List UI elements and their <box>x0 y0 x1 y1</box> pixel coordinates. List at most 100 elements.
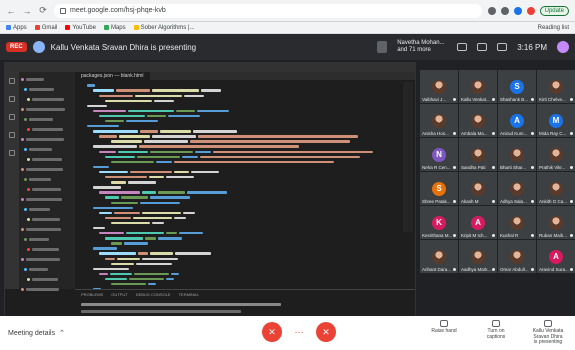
address-bar[interactable]: meet.google.com/hsj-phqe-kvb <box>54 3 482 18</box>
participant-tile[interactable]: Prathik Vikr... <box>537 138 575 171</box>
people-icon[interactable] <box>457 43 468 51</box>
shared-screen-ide: packages.json — blank.html PROBLEMS OUTPU… <box>4 62 416 330</box>
participant-tile[interactable]: Ruban Maih... <box>537 206 575 239</box>
avatar <box>471 79 485 94</box>
bookmark-item[interactable]: Maps <box>103 25 126 31</box>
mic-icon <box>492 132 495 135</box>
tree-item <box>21 165 73 173</box>
participant-name: Kallu Venkat... <box>461 97 490 102</box>
participant-tile[interactable]: Vaibhavi J... <box>420 70 458 103</box>
raise-hand-label: Raise hand <box>431 328 457 334</box>
extension-icon[interactable] <box>513 6 522 15</box>
mic-icon <box>531 132 534 135</box>
participant-tile[interactable]: A Kripit M Ich... <box>459 206 497 239</box>
participant-tile[interactable]: K Kesrithana M... <box>420 206 458 239</box>
participant-tile[interactable]: A Aravind Sura... <box>537 240 575 273</box>
participant-tile[interactable]: S Shashank B... <box>498 70 536 103</box>
bookmark-icon <box>65 25 71 30</box>
chat-icon[interactable] <box>477 43 488 51</box>
reload-icon[interactable]: ⟳ <box>38 5 48 16</box>
raise-hand-button[interactable]: Raise hand <box>427 320 461 346</box>
participant-name: Arihant Dara... <box>422 267 452 272</box>
file-name <box>26 167 63 171</box>
participant-tile[interactable]: N Neha R Cen... <box>420 138 458 171</box>
profile-avatar[interactable] <box>526 6 535 15</box>
bookmark-label: Apps <box>13 24 27 31</box>
avatar[interactable] <box>557 41 569 53</box>
tree-item <box>21 115 73 123</box>
tree-item <box>21 85 73 93</box>
tree-item <box>21 265 73 273</box>
participant-tile[interactable]: Arihant Dara... <box>420 240 458 273</box>
tree-item <box>21 75 73 83</box>
avatar: A <box>471 215 485 230</box>
more-options-button[interactable]: ⋯ <box>292 327 306 337</box>
extension-icon[interactable] <box>500 6 509 15</box>
bookmark-item[interactable]: Sober Algorithms |... <box>133 24 195 31</box>
file-icon <box>24 237 27 241</box>
back-icon[interactable]: ← <box>6 6 16 16</box>
present-icon <box>544 320 552 327</box>
file-icon <box>21 197 24 201</box>
participant-tile[interactable]: Sandha Pati <box>459 138 497 171</box>
participant-tile[interactable]: Anisha Hos... <box>420 104 458 137</box>
participant-tile[interactable]: Bharti Shar... <box>498 138 536 171</box>
participant-tile[interactable]: Omar Abdull... <box>498 240 536 273</box>
update-button[interactable]: Update <box>539 5 569 16</box>
activities-icon[interactable] <box>497 43 508 51</box>
mic-icon <box>453 234 456 237</box>
file-icon <box>24 177 27 181</box>
bookmark-item[interactable]: YouTube <box>65 25 96 31</box>
right-controls: Raise hand Turn on captions Kallu Venkat… <box>427 320 565 346</box>
avatar <box>471 181 485 196</box>
participant-tile[interactable]: Ankith G Ca... <box>537 172 575 205</box>
file-name <box>32 97 64 101</box>
participant-tile[interactable]: Kirti Chelve... <box>537 70 575 103</box>
bookmark-label: Sober Algorithms |... <box>140 24 195 31</box>
captions-button[interactable]: Turn on captions <box>479 320 513 346</box>
participant-tile[interactable]: Adhya Sala... <box>498 172 536 205</box>
file-icon <box>24 117 27 121</box>
file-icon <box>21 227 24 231</box>
extension-icon[interactable] <box>487 6 496 15</box>
mic-off-button[interactable]: ✕ <box>262 322 282 342</box>
mic-icon <box>453 132 456 135</box>
participant-tile[interactable]: A Anirud Kum... <box>498 104 536 137</box>
participant-tile[interactable]: Aadhya Mark... <box>459 240 497 273</box>
bookmark-item[interactable]: Apps <box>6 25 27 31</box>
bookmark-item[interactable]: Gmail <box>34 25 57 31</box>
tree-item <box>21 245 73 253</box>
participant-tile[interactable]: Kallu Venkat... <box>459 70 497 103</box>
file-name <box>29 147 52 151</box>
camera-off-button[interactable]: ✕ <box>316 322 336 342</box>
file-name <box>29 207 50 211</box>
participant-name: Bharti Shar... <box>500 165 527 170</box>
file-name <box>26 257 60 261</box>
participant-name: Ankith G Ca... <box>539 199 568 204</box>
reading-list[interactable]: Reading list <box>538 25 569 31</box>
meet-controls-bar: Meeting details ⌃ ✕ ⋯ ✕ Raise hand Turn … <box>0 316 575 350</box>
mic-icon <box>531 200 534 203</box>
file-name <box>26 107 65 111</box>
participant-name: Aravind Sura... <box>539 267 569 272</box>
mic-icon <box>570 166 573 169</box>
file-name <box>32 277 58 281</box>
participant-tile[interactable]: Ambala Ma... <box>459 104 497 137</box>
mic-icon <box>492 268 495 271</box>
participant-name: Kushal R <box>500 233 519 238</box>
participant-tile[interactable]: Kushal R <box>498 206 536 239</box>
file-icon <box>21 257 24 261</box>
participant-tile[interactable]: Akash M <box>459 172 497 205</box>
meeting-details-button[interactable]: Meeting details ⌃ <box>8 329 65 338</box>
file-icon <box>27 277 30 281</box>
participant-tile[interactable]: S Shree Patak... <box>420 172 458 205</box>
terminal-line <box>81 310 241 313</box>
forward-icon[interactable]: → <box>22 6 32 16</box>
presenting-button[interactable]: Kallu Venkata Sravan Dhira is presenting <box>531 320 565 346</box>
mic-icon <box>570 234 573 237</box>
avatar <box>549 147 563 162</box>
file-name <box>29 177 51 181</box>
participant-tile[interactable]: M Mida Ray C... <box>537 104 575 137</box>
bookmark-icon <box>103 25 109 30</box>
mic-icon <box>453 268 456 271</box>
